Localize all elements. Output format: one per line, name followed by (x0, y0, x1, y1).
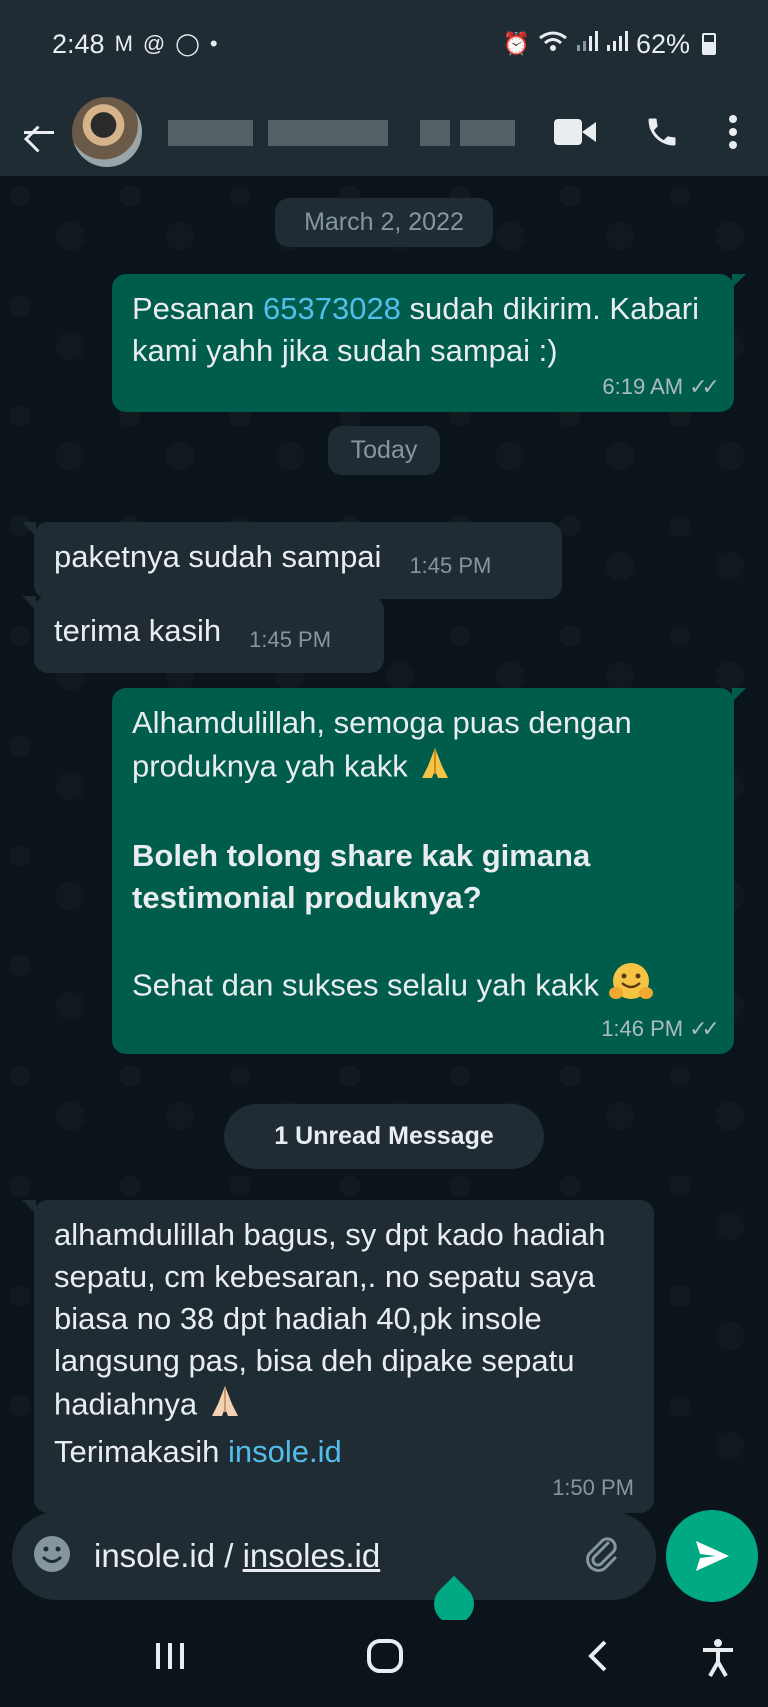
emoji-icon[interactable] (32, 1534, 72, 1579)
avatar[interactable] (72, 97, 142, 167)
alarm-icon: ⏰ (502, 31, 530, 56)
hugging-face-emoji-icon (608, 961, 654, 1014)
folded-hands-emoji-icon (416, 744, 454, 793)
chat-area[interactable]: March 2, 2022 Pesanan 65373028 sudah dik… (0, 176, 768, 1513)
message-meta: 1:46 PM ✓✓ (601, 1016, 720, 1041)
accessibility-icon[interactable] (700, 1638, 736, 1683)
message-incoming-1[interactable]: paketnya sudah sampai 1:45 PM (22, 522, 562, 599)
recent-apps-icon[interactable] (152, 1638, 188, 1679)
phone-icon[interactable] (644, 114, 680, 150)
order-number-link[interactable]: 65373028 (263, 291, 401, 326)
message-time: 1:45 PM (409, 553, 492, 578)
message-text: terima kasih (54, 613, 222, 648)
contact-name-blurred[interactable] (158, 114, 518, 150)
message-outgoing-1[interactable]: Pesanan 65373028 sudah dikirim. Kabari k… (112, 274, 746, 412)
message-text-3: Sehat dan sukses selalu yah kakk (132, 961, 714, 1014)
back-arrow-icon[interactable] (18, 112, 58, 152)
folded-hands-emoji-icon (206, 1382, 244, 1431)
gmail-icon: M (114, 31, 133, 56)
message-text: Alhamdulillah, semoga puas dengan produk… (132, 702, 714, 793)
android-nav-bar (0, 1620, 768, 1707)
status-bar: 2:48 M @ ◯ • ⏰ 62% (0, 0, 768, 88)
insole-link[interactable]: insole.id (228, 1434, 342, 1469)
double-check-icon: ✓✓ (689, 1016, 720, 1041)
wifi-icon (538, 30, 568, 58)
message-incoming-2[interactable]: terima kasih 1:45 PM (22, 596, 384, 673)
dot-icon: • (209, 31, 218, 56)
send-button[interactable] (666, 1510, 758, 1602)
threads-icon: @ (142, 31, 166, 56)
attach-icon[interactable] (580, 1533, 622, 1580)
double-check-icon: ✓✓ (689, 374, 720, 399)
video-call-icon[interactable] (554, 119, 596, 145)
message-text: Pesanan 65373028 sudah dikirim. Kabari k… (132, 291, 700, 368)
date-divider-march: March 2, 2022 (275, 198, 493, 247)
message-input[interactable]: insole.id / insoles.id (94, 1537, 380, 1575)
message-meta: 6:19 AM ✓✓ (602, 374, 720, 399)
whatsapp-icon: ◯ (175, 31, 200, 56)
chat-header (0, 88, 768, 176)
more-vert-icon[interactable] (728, 114, 738, 150)
battery-icon (702, 33, 716, 55)
send-icon (696, 1541, 729, 1571)
message-time: 1:45 PM (249, 627, 332, 652)
battery-percent: 62% (635, 28, 690, 59)
back-icon[interactable] (585, 1638, 613, 1679)
message-incoming-3[interactable]: alhamdulillah bagus, sy dpt kado hadiah … (22, 1200, 654, 1513)
message-input-bar[interactable]: insole.id / insoles.id (12, 1512, 656, 1600)
home-icon[interactable] (365, 1638, 405, 1679)
message-thanks: Terimakasih insole.id (54, 1434, 342, 1469)
signal-icon-2 (606, 30, 628, 58)
message-text: paketnya sudah sampai (54, 539, 382, 574)
status-time: 2:48 (52, 28, 105, 59)
message-meta: 1:50 PM (552, 1475, 634, 1500)
message-outgoing-2[interactable]: Alhamdulillah, semoga puas dengan produk… (112, 688, 746, 1054)
message-text: alhamdulillah bagus, sy dpt kado hadiah … (54, 1214, 634, 1431)
message-bold-text: Boleh tolong share kak gimana testimonia… (132, 838, 591, 915)
signal-icon (576, 30, 598, 58)
date-divider-today: Today (328, 426, 440, 475)
unread-divider: 1 Unread Message (224, 1104, 544, 1169)
